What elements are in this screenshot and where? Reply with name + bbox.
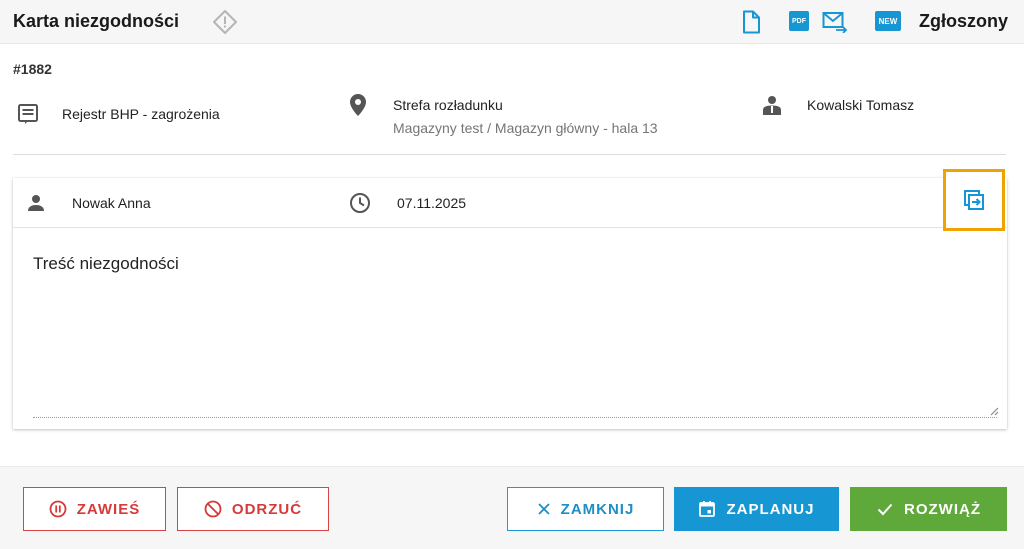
reject-button[interactable]: ODRZUĆ (177, 487, 329, 531)
warning-diamond-icon[interactable] (212, 9, 238, 35)
location-path: Magazyny test / Magazyn główny - hala 13 (393, 120, 658, 136)
suspend-button[interactable]: ZAWIEŚ (23, 487, 166, 531)
nonconformity-card: Nowak Anna 07.11.2025 Treść niezgodności (13, 169, 1007, 429)
textarea-underline (33, 417, 997, 418)
close-icon (538, 503, 550, 515)
block-icon (204, 500, 222, 518)
copy-move-icon (964, 190, 984, 210)
resize-grip-icon[interactable] (989, 406, 999, 416)
pause-circle-icon (49, 500, 67, 518)
content-textarea[interactable]: Treść niezgodności (33, 254, 179, 274)
clock-icon (350, 193, 370, 213)
report-date: 07.11.2025 (397, 195, 467, 211)
person-icon (28, 195, 44, 211)
schedule-label: ZAPLANUJ (726, 500, 815, 518)
responsible-name: Kowalski Tomasz (807, 97, 915, 113)
copy-move-button[interactable] (943, 169, 1005, 231)
calendar-icon (699, 501, 716, 517)
divider (13, 154, 1006, 155)
resolve-label: ROZWIĄŻ (904, 500, 981, 518)
reject-label: ODRZUĆ (231, 500, 303, 518)
location-title: Strefa rozładunku (393, 97, 503, 113)
schedule-button[interactable]: ZAPLANUJ (674, 487, 839, 531)
pdf-icon[interactable]: PDF (789, 11, 809, 31)
check-icon (877, 503, 893, 516)
responsible-person-icon (763, 96, 781, 115)
register-icon (18, 104, 38, 124)
close-button[interactable]: ZAMKNIJ (507, 487, 664, 531)
status-label: Zgłoszony (919, 11, 1008, 31)
new-badge-icon: NEW (875, 11, 901, 31)
issue-number: #1882 (13, 61, 52, 77)
header-bar: Karta niezgodności PDF NEW Zgłoszony (0, 0, 1024, 44)
send-email-icon[interactable] (822, 11, 848, 33)
page-title: Karta niezgodności (13, 11, 180, 31)
registry-name: Rejestr BHP - zagrożenia (62, 106, 220, 122)
card-meta-row: Nowak Anna 07.11.2025 (13, 169, 1007, 231)
document-icon[interactable] (741, 10, 761, 34)
close-label: ZAMKNIJ (560, 500, 635, 518)
resolve-button[interactable]: ROZWIĄŻ (850, 487, 1007, 531)
suspend-label: ZAWIEŚ (76, 500, 141, 518)
reporter-name: Nowak Anna (72, 195, 151, 211)
location-pin-icon (350, 94, 366, 116)
